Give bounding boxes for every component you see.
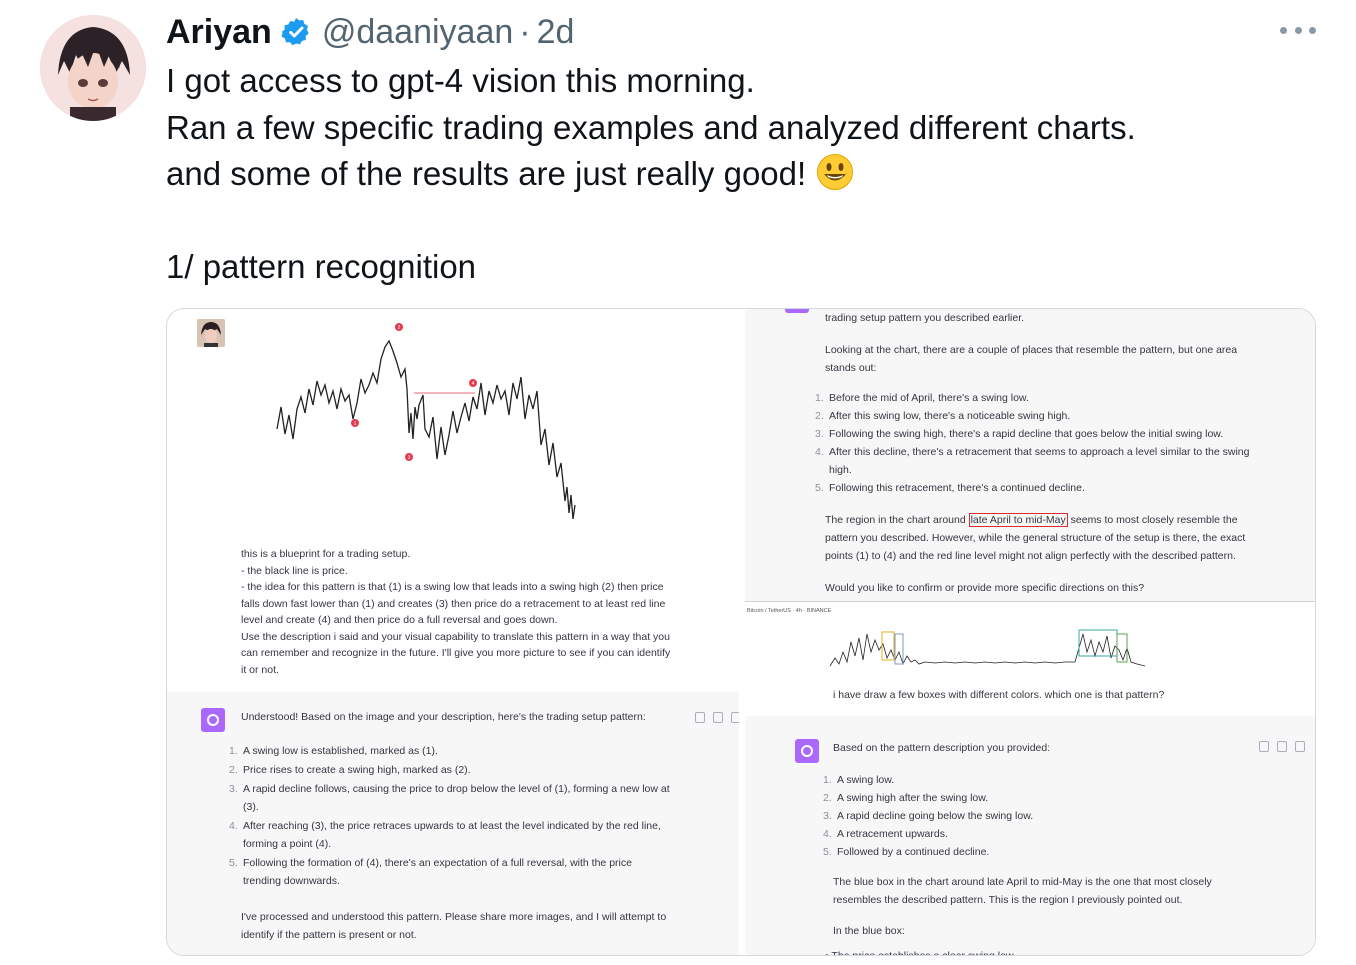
smiley-emoji-icon — [817, 154, 854, 190]
copy-icon[interactable] — [695, 712, 705, 723]
user-message: i have draw a few boxes with different c… — [833, 689, 1165, 701]
thumbs-up-icon[interactable] — [713, 712, 723, 723]
list-item: 3. Following the swing high, there's a ra… — [815, 428, 1224, 440]
highlight-box: late April to mid-May — [968, 513, 1068, 527]
list-item: 1. Before the mid of April, there's a swi… — [815, 392, 1029, 404]
marker-label-3: 3 — [408, 455, 411, 461]
assistant-text: The region in the chart around late Apri… — [825, 513, 1246, 562]
tweet-line-3-wrap: and some of the results are just really … — [166, 151, 1286, 198]
list-item: 4. A retracement upwards. — [823, 828, 948, 840]
tweet-text: I got access to gpt-4 vision this mornin… — [166, 58, 1286, 291]
media-image-right[interactable]: trading setup pattern you described earl… — [745, 309, 1315, 955]
message-actions — [695, 712, 739, 723]
assistant-list: 1. Before the mid of April, there's a swi… — [815, 389, 1255, 497]
user-message-line: falls down fast lower than (1) and creat… — [241, 597, 666, 610]
user-chart-screenshot: Bitcoin / TetherUS · 4h · BINANCE i have… — [745, 601, 1315, 716]
marker-label-1: 1 — [354, 421, 357, 427]
assistant-closing: I've processed and understood this patte… — [241, 911, 667, 941]
tweet-header: Ariyan @daaniyaan · 2d — [166, 10, 574, 54]
assistant-text: trading setup pattern you described earl… — [825, 312, 1025, 324]
list-item: 4. After this decline, there's a retracem… — [815, 446, 1250, 476]
chatgpt-icon — [785, 309, 809, 313]
list-item: 3. A rapid decline follows, causing the p… — [229, 783, 670, 813]
copy-icon[interactable] — [1259, 741, 1269, 752]
more-icon[interactable] — [1280, 20, 1316, 40]
list-item: 5. Following this retracement, there's a … — [815, 482, 1085, 494]
assistant-message: Understood! Based on the image and your … — [167, 692, 739, 955]
user-message-line: - the black line is price. — [241, 564, 348, 577]
user-message-line: - the idea for this pattern is that (1) … — [241, 581, 664, 593]
assistant-text: The blue box in the chart around late Ap… — [833, 876, 1212, 906]
tweet-line-3: and some of the results are just really … — [166, 155, 807, 192]
avatar-image — [40, 15, 146, 121]
tweet-line-2: Ran a few specific trading examples and … — [166, 108, 1136, 146]
assistant-list: 1. A swing low. 2. A swing high after the … — [823, 771, 1263, 861]
assistant-intro: Based on the pattern description you pro… — [833, 742, 1051, 754]
assistant-list: 1. A swing low is established, marked as … — [229, 742, 689, 890]
thumbs-down-icon[interactable] — [731, 712, 739, 723]
tweet-line-4: 1/ pattern recognition — [166, 248, 477, 285]
tweet-line-1: I got access to gpt-4 vision this mornin… — [166, 62, 755, 99]
chatgpt-icon — [201, 708, 225, 732]
list-item: 5. Followed by a continued decline. — [823, 846, 990, 858]
pattern-chart: 2 4 1 3 — [276, 323, 576, 520]
user-message-line: level and create (4) and then price do a… — [241, 614, 558, 626]
chart-symbol-header: Bitcoin / TetherUS · 4h · BINANCE — [747, 608, 832, 614]
assistant-text: Would you like to confirm or provide mor… — [825, 582, 1145, 594]
assistant-text: Looking at the chart, there are a couple… — [825, 344, 1238, 374]
thumbs-down-icon[interactable] — [1295, 741, 1305, 752]
assistant-intro: Understood! Based on the image and your … — [241, 711, 646, 723]
handle[interactable]: @daaniyaan — [322, 13, 513, 52]
list-item: 4. After reaching (3), the price retraces… — [229, 820, 661, 850]
message-actions — [1259, 741, 1305, 752]
tweet-media[interactable]: 2 4 1 3 this is a blueprint for a tradin… — [166, 308, 1316, 956]
chatgpt-icon — [795, 739, 819, 763]
list-item: 1. A swing low. — [823, 774, 895, 786]
assistant-bullet: • The price establishes a clear swing lo… — [825, 947, 1016, 955]
list-item: 5. Following the formation of (4), there'… — [229, 857, 632, 887]
price-line — [276, 339, 576, 520]
display-name[interactable]: Ariyan — [166, 13, 272, 52]
separator-dot: · — [519, 12, 531, 51]
user-message-line: this is a blueprint for a trading setup. — [241, 548, 411, 560]
list-item: 2. After this swing low, there's a notice… — [815, 410, 1071, 422]
list-item: 1. A swing low is established, marked as … — [229, 745, 438, 757]
marker-label-2: 2 — [398, 325, 401, 331]
list-item: 3. A rapid decline going below the swing … — [823, 810, 1034, 822]
assistant-message: Based on the pattern description you pro… — [745, 719, 1315, 955]
user-message: this is a blueprint for a trading setup.… — [241, 545, 701, 679]
user-message-line: can remember and recognize in the future… — [241, 647, 671, 659]
assistant-text: In the blue box: — [833, 925, 905, 937]
marker-label-4: 4 — [472, 381, 475, 387]
media-image-left[interactable]: 2 4 1 3 this is a blueprint for a tradin… — [167, 309, 739, 955]
user-message-line: Use the description i said and your visu… — [241, 630, 670, 643]
timestamp[interactable]: 2d — [537, 13, 575, 52]
user-avatar-small — [197, 319, 225, 347]
list-item: 2. Price rises to create a swing high, ma… — [229, 764, 471, 776]
avatar[interactable] — [40, 15, 146, 121]
btc-chart — [829, 629, 1146, 667]
user-message-line: it or not. — [241, 663, 279, 676]
thumbs-up-icon[interactable] — [1277, 741, 1287, 752]
list-item: 2. A swing high after the swing low. — [823, 792, 989, 804]
verified-badge-icon — [281, 18, 309, 46]
